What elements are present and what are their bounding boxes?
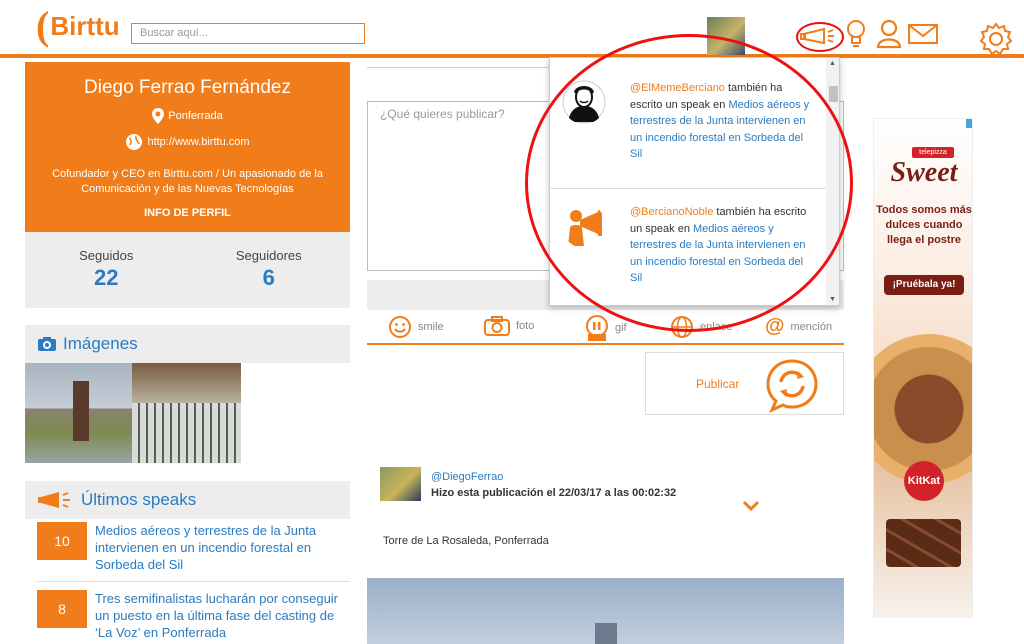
speaks-panel-title: Últimos speaks — [81, 490, 197, 509]
notification-user[interactable]: @ElMemeBerciano — [630, 82, 725, 94]
stat-label: Seguidos — [79, 248, 134, 263]
tool-label: mención — [790, 320, 833, 333]
tool-gif[interactable]: gif — [585, 315, 627, 341]
notification-user[interactable]: @BercianoNoble — [630, 206, 713, 218]
notification-text: @ElMemeBerciano también ha escrito un sp… — [630, 80, 810, 163]
images-panel-title: Imágenes — [63, 334, 138, 353]
smile-icon — [389, 316, 411, 338]
logo-mark: ( — [36, 3, 50, 48]
profile-bio: Cofundador y CEO en Birttu.com / Un apas… — [52, 168, 323, 195]
notification-item[interactable]: @BercianoNoble también ha escrito un spe… — [550, 190, 826, 305]
at-icon: @ — [765, 315, 785, 337]
notification-text: @BercianoNoble también ha escrito un spe… — [630, 204, 810, 287]
divider — [37, 581, 350, 582]
post-author-handle[interactable]: @DiegoFerrao — [431, 471, 503, 483]
camera-icon — [484, 316, 510, 336]
kitkat-logo: KitKat — [904, 461, 944, 501]
post-text: Torre de La Rosaleda, Ponferrada — [383, 535, 549, 547]
ad-choices-icon[interactable] — [966, 119, 972, 128]
globe-icon — [126, 134, 143, 150]
tool-smile[interactable]: smile — [388, 315, 444, 339]
notifications-dropdown: @ElMemeBerciano también ha escrito un sp… — [549, 57, 840, 306]
thumbnail-roof — [132, 363, 241, 403]
ad-tagline: Todos somos más dulces cuando llega el p… — [876, 204, 972, 246]
image-thumbnail[interactable] — [25, 363, 132, 463]
stat-following[interactable]: Seguidos 22 — [25, 232, 188, 308]
ad-brand: telepizza — [919, 149, 947, 156]
scroll-up-arrow-icon[interactable]: ▲ — [829, 60, 836, 67]
profile-card: Diego Ferrao Fernández Ponferrada http:/… — [25, 62, 350, 232]
top-navbar: ( Birttu Buscar aquí... — [0, 0, 1024, 58]
user-icon[interactable] — [876, 19, 902, 49]
megaphone-icon — [38, 492, 70, 508]
tool-link[interactable]: enlace — [670, 315, 732, 339]
speak-count: 8 — [37, 590, 87, 628]
mail-icon[interactable] — [908, 24, 938, 44]
advertisement-banner[interactable]: telepizza Sweet Todos somos más dulces c… — [873, 118, 973, 618]
refresh-speech-icon — [766, 359, 818, 413]
stat-value: 6 — [262, 265, 275, 290]
logo-text: Birttu — [50, 10, 120, 41]
profile-location: Ponferrada — [25, 108, 350, 124]
profile-website[interactable]: http://www.birttu.com — [25, 133, 350, 151]
profile-stats: Seguidos 22 Seguidores 6 — [25, 232, 350, 308]
publish-label: Publicar — [696, 377, 740, 391]
page: ( Birttu Buscar aquí... Diego Ferrao Fer… — [0, 0, 1024, 644]
image-building — [595, 623, 617, 644]
stat-label: Seguidores — [235, 248, 302, 263]
speak-title[interactable]: Medios aéreos y terrestres de la Junta i… — [95, 522, 350, 573]
tool-photo[interactable]: foto — [484, 315, 534, 337]
tool-label: enlace — [700, 321, 733, 333]
ad-headline: Sweet — [890, 157, 958, 188]
lightbulb-icon[interactable] — [846, 19, 866, 49]
scroll-down-arrow-icon[interactable]: ▼ — [829, 296, 836, 303]
gif-icon — [586, 315, 608, 341]
speak-item[interactable]: 8 Tres semifinalistas lucharán por conse… — [37, 590, 350, 641]
stat-value: 22 — [94, 265, 119, 290]
camera-icon — [38, 337, 56, 351]
image-thumbnail[interactable] — [132, 363, 241, 463]
tool-label: smile — [418, 321, 444, 333]
speak-title[interactable]: Tres semifinalistas lucharán por consegu… — [95, 590, 350, 641]
composer-toolbar: smile foto gif enlace @ mención — [367, 315, 844, 345]
ad-chocolate-image — [886, 519, 961, 567]
location-label: Ponferrada — [168, 110, 223, 122]
user-avatar[interactable] — [707, 17, 745, 55]
speaks-panel-header: Últimos speaks — [25, 481, 350, 519]
globe-icon — [671, 316, 693, 338]
thumbnail-tower — [73, 381, 89, 441]
tool-mention[interactable]: @ mención — [765, 315, 832, 338]
post-timestamp: Hizo esta publicación el 22/03/17 a las … — [431, 487, 677, 499]
speak-count: 10 — [37, 522, 87, 560]
highlight-circle-small — [796, 22, 844, 52]
scrollbar-thumb[interactable] — [829, 86, 838, 102]
website-link[interactable]: http://www.birttu.com — [147, 136, 249, 148]
location-pin-icon — [152, 108, 165, 124]
megaphone-man-icon — [562, 204, 606, 248]
post-separator — [367, 62, 549, 68]
profile-info-link[interactable]: INFO DE PERFIL — [25, 207, 350, 219]
tool-label: gif — [615, 322, 627, 334]
anonymous-mask-icon — [562, 80, 606, 124]
ad-cta-button[interactable]: ¡Pruébala ya! — [884, 275, 964, 295]
post-author-avatar[interactable] — [380, 467, 421, 501]
birttu-logo[interactable]: ( Birttu — [36, 6, 120, 46]
post-image[interactable] — [367, 578, 844, 644]
stat-followers[interactable]: Seguidores 6 — [188, 232, 351, 308]
gear-icon[interactable] — [979, 22, 1013, 56]
speak-item[interactable]: 10 Medios aéreos y terrestres de la Junt… — [37, 522, 350, 573]
publish-button[interactable]: Publicar — [645, 352, 844, 415]
images-panel-header: Imágenes — [25, 325, 350, 363]
profile-name: Diego Ferrao Fernández — [84, 77, 291, 98]
tool-label: foto — [516, 320, 535, 332]
notification-item[interactable]: @ElMemeBerciano también ha escrito un sp… — [550, 58, 826, 189]
search-input[interactable]: Buscar aquí... — [131, 23, 365, 44]
chevron-down-icon[interactable] — [742, 500, 760, 512]
